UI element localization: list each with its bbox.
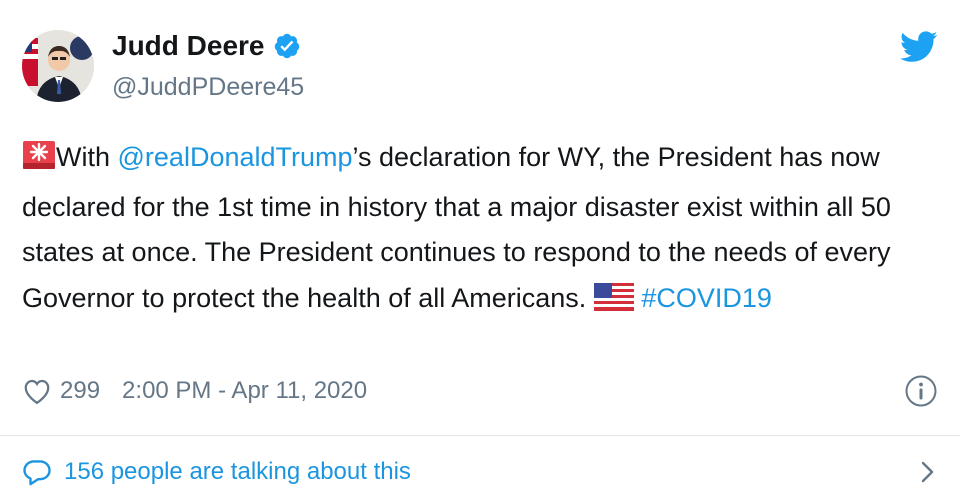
author-name[interactable]: Judd Deere <box>112 30 265 62</box>
chevron-right-icon[interactable] <box>920 460 936 484</box>
rotating-light-icon <box>22 139 56 185</box>
conversation-link[interactable]: 156 people are talking about this <box>22 455 938 489</box>
us-flag-icon <box>593 280 634 326</box>
mention-link[interactable]: @realDonaldTrump <box>118 142 353 172</box>
like-button[interactable]: 299 <box>22 377 100 405</box>
tweet-meta-row: 299 2:00 PM - Apr 11, 2020 <box>22 374 938 408</box>
verified-badge-icon <box>274 33 299 59</box>
tweet-text-prefix: With <box>56 142 118 172</box>
heart-icon <box>24 379 50 405</box>
avatar[interactable] <box>22 30 94 102</box>
divider <box>0 435 960 436</box>
talking-text[interactable]: 156 people are talking about this <box>64 458 411 486</box>
author-name-row[interactable]: Judd Deere <box>112 30 301 62</box>
author-handle[interactable]: @JuddPDeere45 <box>112 73 304 102</box>
reply-bubble-icon <box>23 460 51 486</box>
timestamp[interactable]: 2:00 PM - Apr 11, 2020 <box>122 377 367 405</box>
avatar-image <box>22 30 94 102</box>
info-icon[interactable] <box>904 374 938 408</box>
tweet-card: Judd Deere @JuddPDeere45 With @realDonal… <box>0 0 960 502</box>
twitter-bird-icon[interactable] <box>900 31 938 63</box>
tweet-text: With @realDonaldTrump’s declaration for … <box>22 135 942 325</box>
hashtag-link[interactable]: #COVID19 <box>641 283 772 313</box>
like-count: 299 <box>60 377 101 404</box>
